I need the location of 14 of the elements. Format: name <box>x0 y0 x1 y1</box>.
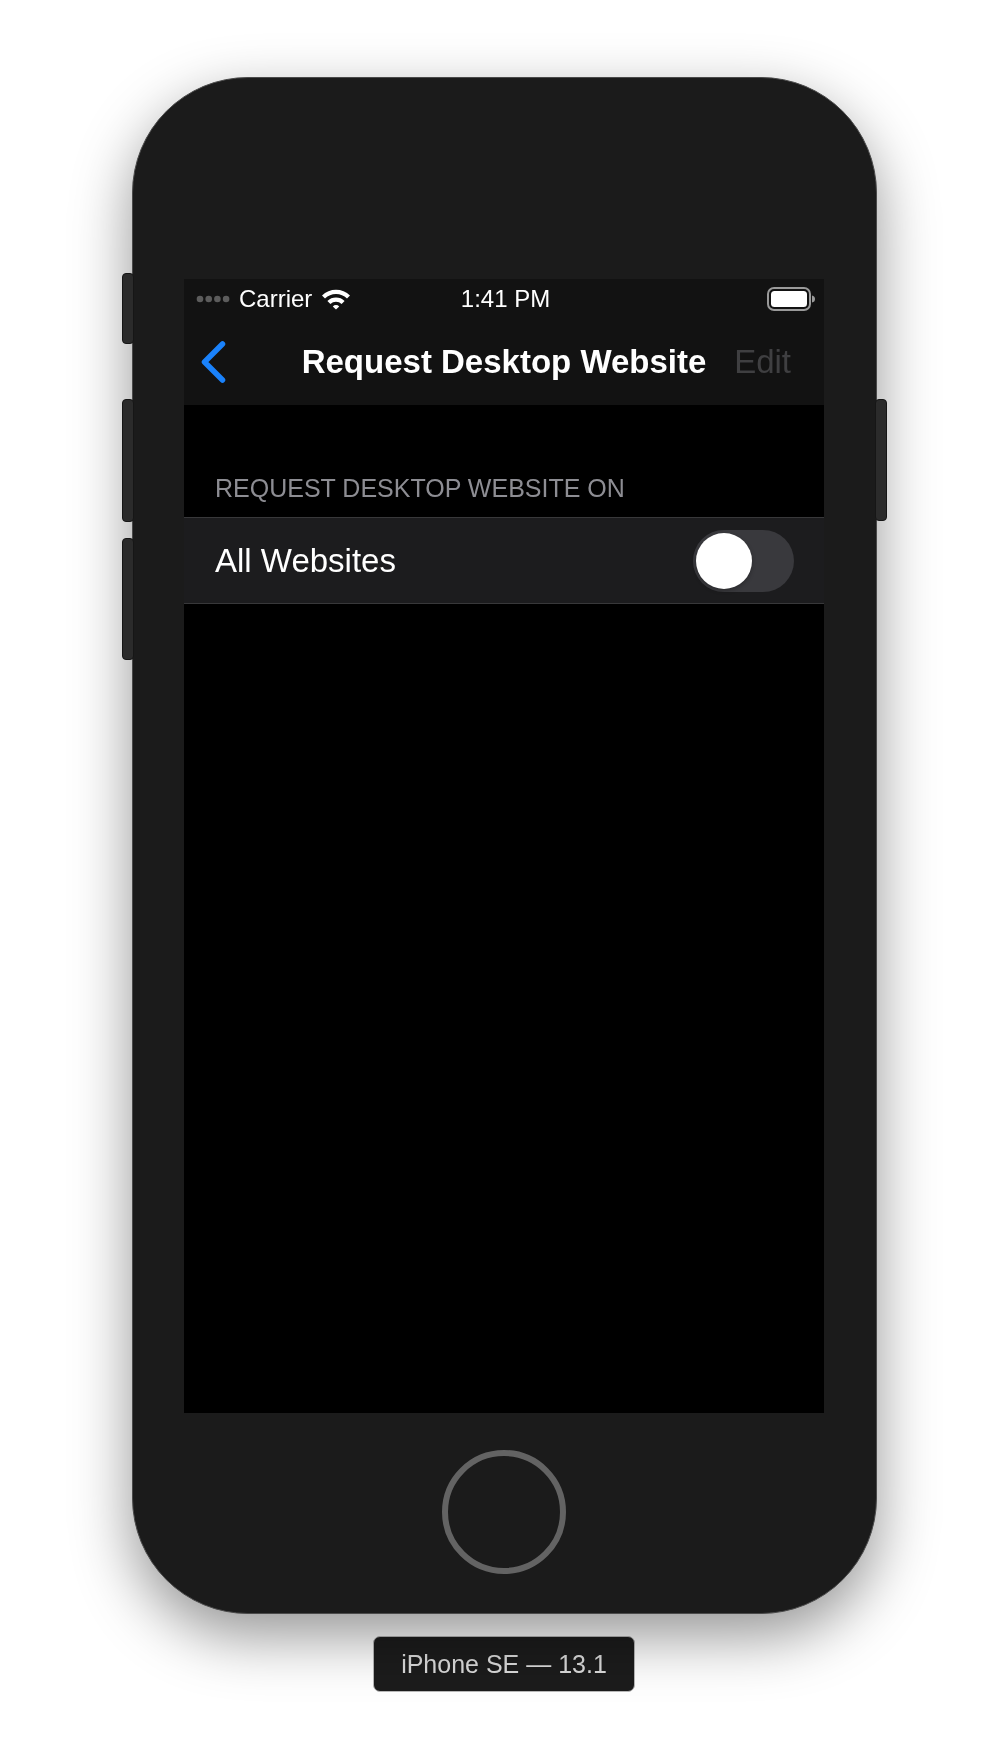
side-button[interactable] <box>121 273 134 344</box>
side-button[interactable] <box>121 399 134 522</box>
row-label: All Websites <box>215 540 396 581</box>
nav-title: Request Desktop Website <box>301 341 707 382</box>
status-time: 1:41 PM <box>460 284 551 313</box>
section-header: REQUEST DESKTOP WEBSITE ON <box>215 473 625 503</box>
signal-icon <box>196 294 230 303</box>
back-button[interactable] <box>201 340 226 383</box>
side-button[interactable] <box>121 538 134 660</box>
battery-icon <box>767 286 815 311</box>
carrier-name: Carrier <box>239 284 313 313</box>
back-chevron-icon <box>201 340 226 383</box>
device-label: iPhone SE — 13.1 <box>373 1636 635 1692</box>
wifi-icon <box>321 287 352 310</box>
